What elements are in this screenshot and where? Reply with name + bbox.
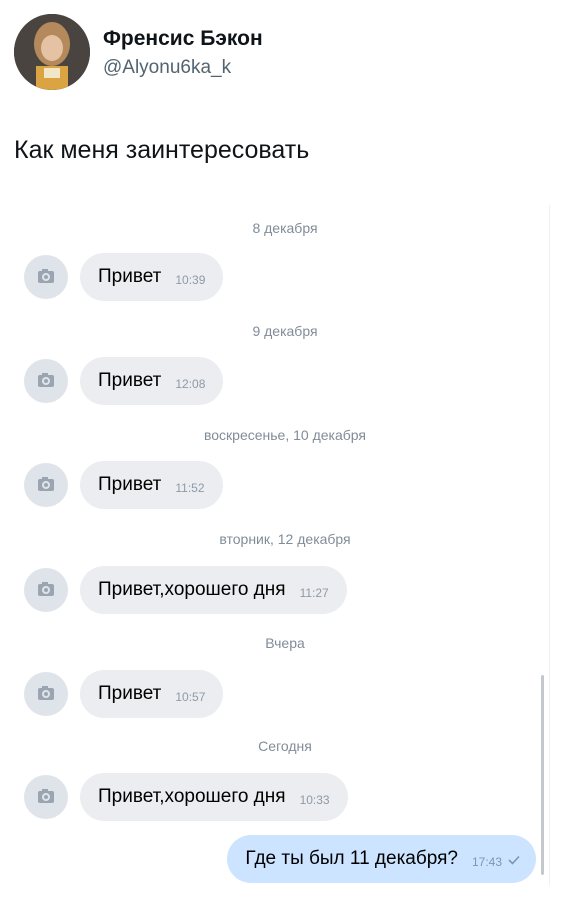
message-bubble[interactable]: Привет 10:57 bbox=[80, 670, 224, 718]
message-bubble[interactable]: Привет,хорошего дня 11:27 bbox=[80, 566, 347, 614]
message-time: 11:27 bbox=[299, 586, 329, 600]
message-text: Привет,хорошего дня bbox=[98, 786, 286, 807]
message-text: Привет bbox=[98, 683, 162, 704]
date-separator: воскресенье, 10 декабря bbox=[203, 427, 366, 443]
date-separator: 8 декабря bbox=[252, 220, 318, 236]
camera-avatar-icon bbox=[24, 463, 68, 507]
date-separator: Сегодня bbox=[258, 738, 312, 754]
date-separator: вторник, 12 декабря bbox=[219, 531, 351, 547]
avatar[interactable] bbox=[14, 14, 90, 90]
message-time: 11:52 bbox=[175, 481, 205, 495]
outgoing-message-bubble[interactable]: Где ты был 11 декабря? 17:43 bbox=[227, 835, 536, 883]
message-time: 12:08 bbox=[175, 377, 206, 391]
message-bubble[interactable]: Привет 12:08 bbox=[80, 357, 224, 405]
date-separator: 9 декабря bbox=[252, 323, 318, 339]
camera-avatar-icon bbox=[24, 775, 68, 819]
message-text: Привет bbox=[98, 474, 162, 495]
message-row: Привет 11:52 bbox=[20, 461, 530, 511]
message-bubble[interactable]: Привет 11:52 bbox=[80, 461, 223, 509]
read-check-icon bbox=[508, 852, 520, 870]
chat-screenshot: 8 декабря Привет 10:39 9 декабря Привет … bbox=[20, 205, 550, 885]
camera-avatar-icon bbox=[24, 359, 68, 403]
tweet-header: Френсис Бэкон @Alyonu6ka_k bbox=[14, 14, 544, 94]
message-time: 10:39 bbox=[175, 273, 206, 287]
message-bubble[interactable]: Привет,хорошего дня 10:33 bbox=[80, 773, 348, 821]
message-time: 17:43 bbox=[471, 855, 502, 869]
message-row: Привет,хорошего дня 11:27 bbox=[20, 566, 530, 616]
avatar-photo-icon bbox=[14, 14, 90, 90]
tweet-text: Как меня заинтересовать bbox=[14, 136, 310, 164]
message-row: Привет 10:39 bbox=[20, 253, 530, 303]
message-text: Привет bbox=[98, 370, 162, 391]
message-text: Привет,хорошего дня bbox=[98, 579, 286, 600]
author-handle[interactable]: @Alyonu6ka_k bbox=[103, 57, 231, 79]
message-text: Привет bbox=[98, 266, 162, 287]
camera-avatar-icon bbox=[24, 255, 68, 299]
author-name[interactable]: Френсис Бэкон bbox=[103, 27, 263, 51]
camera-avatar-icon bbox=[24, 568, 68, 612]
message-text: Где ты был 11 декабря? bbox=[245, 848, 458, 869]
message-row: Привет 12:08 bbox=[20, 357, 530, 407]
scrollbar[interactable] bbox=[541, 675, 544, 875]
message-row: Привет 10:57 bbox=[20, 670, 530, 720]
camera-avatar-icon bbox=[24, 672, 68, 716]
message-bubble[interactable]: Привет 10:39 bbox=[80, 253, 224, 301]
date-separator: Вчера bbox=[265, 635, 305, 651]
message-time: 10:57 bbox=[175, 690, 206, 704]
message-row: Привет,хорошего дня 10:33 bbox=[20, 773, 530, 823]
message-time: 10:33 bbox=[299, 793, 330, 807]
